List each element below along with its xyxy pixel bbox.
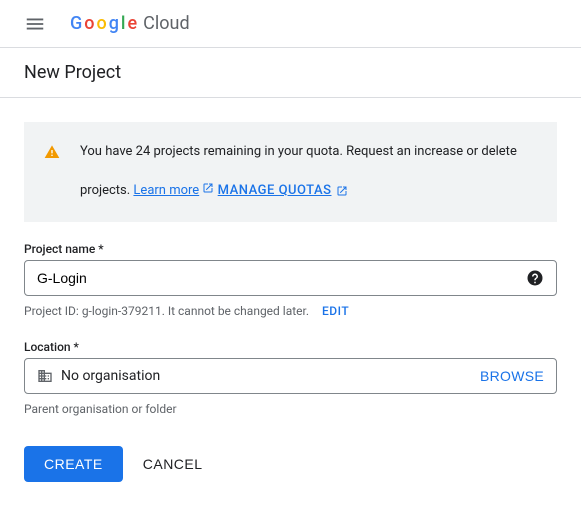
location-label: Location * <box>24 340 557 354</box>
create-button[interactable]: CREATE <box>24 446 123 482</box>
edit-project-id-link[interactable]: EDIT <box>322 304 349 318</box>
project-name-label: Project name * <box>24 242 557 256</box>
warning-icon <box>44 144 60 160</box>
cancel-button[interactable]: CANCEL <box>143 456 203 472</box>
project-name-input[interactable] <box>37 270 526 286</box>
project-name-group: Project name * Project ID: g-login-37921… <box>24 242 557 318</box>
menu-icon <box>24 13 46 35</box>
project-name-field-wrap <box>24 260 557 296</box>
help-icon[interactable] <box>526 269 544 287</box>
organisation-icon <box>37 368 53 384</box>
location-value: No organisation <box>61 368 480 384</box>
project-id-value: g-login-379211 <box>82 304 162 318</box>
quota-notice: You have 24 projects remaining in your q… <box>24 122 557 222</box>
main-content: You have 24 projects remaining in your q… <box>0 98 581 506</box>
browse-button[interactable]: BROWSE <box>480 368 544 384</box>
location-field-wrap: No organisation BROWSE <box>24 358 557 394</box>
menu-button[interactable] <box>16 5 54 43</box>
project-id-hint: Project ID: g-login-379211. It cannot be… <box>24 304 557 318</box>
location-group: Location * No organisation BROWSE Parent… <box>24 340 557 416</box>
learn-more-link[interactable]: Learn more <box>133 183 199 198</box>
top-header: Google Cloud <box>0 0 581 48</box>
google-cloud-logo: Google Cloud <box>70 13 190 34</box>
external-link-icon <box>202 182 214 194</box>
page-title: New Project <box>0 48 581 98</box>
manage-quotas-link[interactable]: MANAGE QUOTAS <box>218 181 332 202</box>
action-buttons: CREATE CANCEL <box>24 446 557 482</box>
location-hint: Parent organisation or folder <box>24 402 557 416</box>
logo-suffix: Cloud <box>143 13 189 34</box>
notice-body: You have 24 projects remaining in your q… <box>80 142 537 202</box>
external-link-icon <box>336 185 348 197</box>
